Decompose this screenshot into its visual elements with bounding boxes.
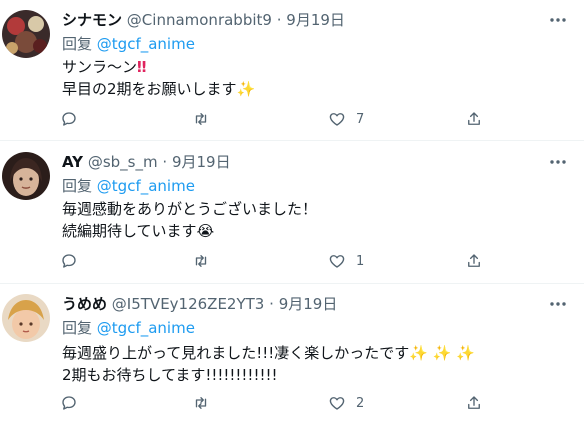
heart-icon[interactable]: 2 — [328, 391, 364, 415]
separator-dot: · — [269, 295, 274, 313]
more-icon[interactable] — [548, 10, 568, 30]
reply-context: 回复 @tgcf_anime — [62, 318, 195, 338]
avatar[interactable] — [2, 294, 50, 342]
like-count: 1 — [356, 253, 365, 269]
tweet-line: 早目の2期をお願いします✨ — [62, 80, 256, 98]
tweet-line: 続編期待しています😭 — [62, 222, 215, 240]
sparkles-emoji: ✨ — [236, 80, 256, 98]
share-icon[interactable] — [465, 107, 483, 131]
tweet-line: サンラ〜ン‼ — [62, 58, 147, 76]
heart-icon[interactable]: 1 — [328, 249, 364, 273]
reply-prefix: 回复 — [62, 319, 93, 337]
avatar[interactable] — [2, 10, 50, 58]
more-icon[interactable] — [548, 152, 568, 172]
sparkles-emoji: ✨ ✨ ✨ — [409, 344, 475, 362]
double-exclamation-emoji: ‼ — [137, 58, 147, 76]
tweet-date[interactable]: 9月19日 — [172, 153, 231, 171]
tweet[interactable]: うめめ @I5TVEy126ZE2YT3 · 9月19日 回复 @tgcf_an… — [0, 284, 584, 427]
author-handle[interactable]: @I5TVEy126ZE2YT3 — [112, 295, 265, 313]
heart-icon[interactable]: 7 — [328, 107, 364, 131]
mention-link[interactable]: @tgcf_anime — [97, 319, 195, 337]
retweet-icon[interactable] — [192, 249, 210, 273]
tweet-date[interactable]: 9月19日 — [286, 11, 345, 29]
tweet-date[interactable]: 9月19日 — [279, 295, 338, 313]
reply-icon[interactable] — [60, 107, 78, 131]
tweet-line: 毎週盛り上がって見れました!!!凄く楽しかったです✨ ✨ ✨ — [62, 344, 475, 362]
tweet-text: 毎週感動をありがとうございました！ 続編期待しています😭 — [62, 198, 317, 242]
author-handle[interactable]: @Cinnamonrabbit9 — [127, 11, 272, 29]
tweet-text: サンラ〜ン‼ 早目の2期をお願いします✨ — [62, 56, 255, 100]
author-name[interactable]: AY — [62, 153, 83, 171]
separator-dot: · — [162, 153, 168, 171]
mention-link[interactable]: @tgcf_anime — [97, 177, 195, 195]
tweet[interactable]: シナモン @Cinnamonrabbit9 · 9月19日 回复 @tgcf_a… — [0, 0, 584, 140]
tweet[interactable]: AY @sb_s_m · 9月19日 回复 @tgcf_anime 毎週感動をあ… — [0, 141, 584, 281]
reply-icon[interactable] — [60, 249, 78, 273]
retweet-icon[interactable] — [192, 107, 210, 131]
separator-dot: · — [276, 11, 282, 29]
more-icon[interactable] — [548, 294, 568, 314]
author-name[interactable]: うめめ — [62, 295, 107, 313]
retweet-icon[interactable] — [192, 391, 210, 415]
reply-context: 回复 @tgcf_anime — [62, 34, 195, 54]
avatar[interactable] — [2, 152, 50, 200]
crying-face-emoji: 😭 — [196, 222, 215, 240]
reply-icon[interactable] — [60, 391, 78, 415]
author-name[interactable]: シナモン — [62, 11, 122, 29]
reply-prefix: 回复 — [62, 177, 93, 195]
like-count: 2 — [356, 395, 365, 411]
tweet-text: 毎週盛り上がって見れました!!!凄く楽しかったです✨ ✨ ✨ 2期もお待ちしてま… — [62, 342, 475, 386]
like-count: 7 — [356, 111, 365, 127]
share-icon[interactable] — [465, 249, 483, 273]
share-icon[interactable] — [465, 391, 483, 415]
reply-prefix: 回复 — [62, 35, 93, 53]
mention-link[interactable]: @tgcf_anime — [97, 35, 195, 53]
action-bar: 7 — [60, 107, 500, 131]
author-handle[interactable]: @sb_s_m — [88, 153, 158, 171]
tweet-line: 2期もお待ちしてます!!!!!!!!!!!! — [62, 366, 278, 384]
tweet-line: 毎週感動をありがとうございました！ — [62, 200, 318, 218]
action-bar: 1 — [60, 249, 500, 273]
reply-context: 回复 @tgcf_anime — [62, 176, 195, 196]
action-bar: 2 — [60, 391, 500, 415]
